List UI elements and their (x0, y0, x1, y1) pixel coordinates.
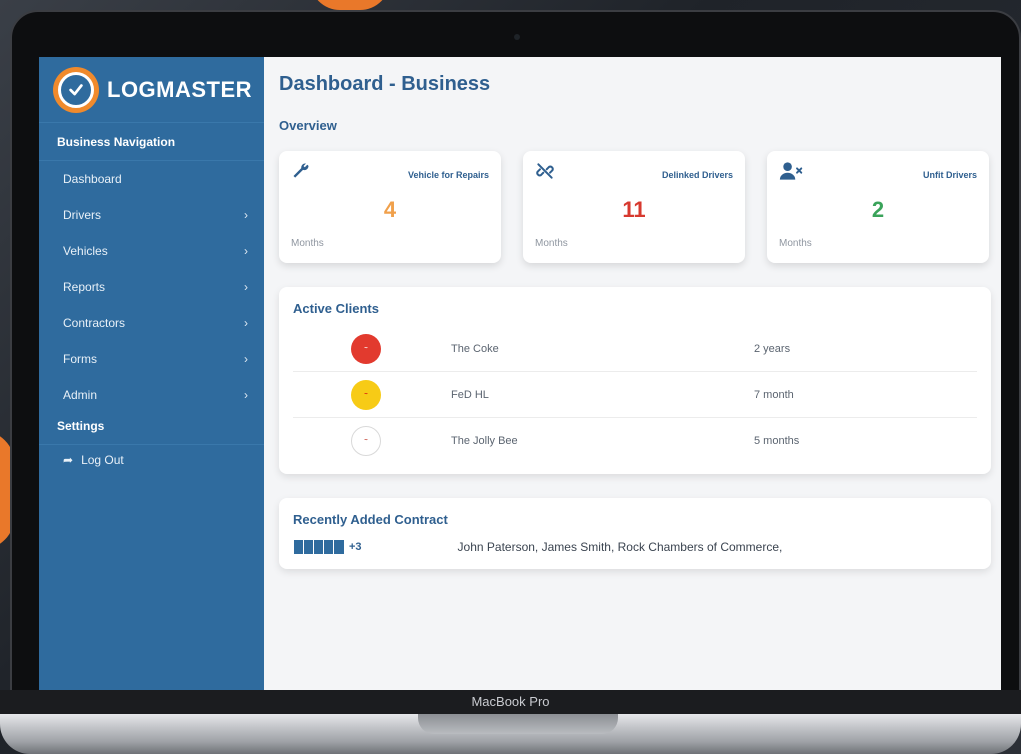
client-duration: 7 month (754, 388, 794, 401)
sidebar-item-label: Reports (63, 280, 106, 294)
logo[interactable]: LOGMASTER (39, 57, 264, 123)
sidebar: LOGMASTER Business Navigation Dashboard D… (39, 57, 264, 691)
card-footer: Months (779, 238, 812, 249)
sidebar-item-label: Admin (63, 388, 98, 402)
sidebar-item-label: Drivers (63, 208, 101, 222)
client-name: The Coke (451, 342, 499, 355)
sidebar-item-contractors[interactable]: Contractors › (39, 305, 264, 341)
sidebar-item-label: Contractors (63, 316, 126, 330)
camera-icon (514, 34, 520, 40)
card-label: Delinked Drivers (661, 170, 733, 180)
app-screen: LOGMASTER Business Navigation Dashboard D… (39, 57, 1001, 691)
avatar (333, 539, 345, 555)
nav-section-title: Business Navigation (39, 123, 264, 161)
unlink-icon (535, 161, 555, 187)
stat-cards: Vehicle for Repairs 4 Months Delinked Dr… (279, 151, 991, 263)
sidebar-item-admin[interactable]: Admin › (39, 377, 264, 413)
stat-card-vehicle-repairs[interactable]: Vehicle for Repairs 4 Months (279, 151, 501, 263)
sidebar-item-label: Vehicles (63, 244, 108, 258)
client-row[interactable]: ~ The Coke 2 years (293, 326, 977, 372)
avatar-group (293, 539, 345, 555)
sidebar-item-vehicles[interactable]: Vehicles › (39, 233, 264, 269)
laptop-notch (418, 714, 618, 734)
chevron-right-icon: › (244, 280, 248, 294)
chevron-right-icon: › (244, 352, 248, 366)
overview-heading: Overview (279, 118, 337, 133)
card-footer: Months (535, 238, 568, 249)
chevron-right-icon: › (244, 316, 248, 330)
logo-mark-icon (53, 66, 99, 113)
recent-contract-title: Recently Added Contract (293, 512, 448, 527)
active-clients-panel: Active Clients ~ The Coke 2 years ~ FeD … (279, 287, 991, 474)
client-name: The Jolly Bee (451, 435, 518, 447)
client-duration: 2 years (754, 342, 791, 355)
card-value: 2 (871, 197, 885, 222)
sidebar-item-forms[interactable]: Forms › (39, 341, 264, 377)
card-value: 11 (622, 197, 646, 222)
sidebar-item-drivers[interactable]: Drivers › (39, 197, 264, 233)
client-logo-icon: ~ (351, 333, 381, 364)
logout-icon: ➦ (63, 453, 74, 467)
background-accent (310, 0, 390, 10)
chevron-right-icon: › (244, 388, 248, 402)
recent-contract-panel: Recently Added Contract +3 John Paterson… (279, 498, 991, 569)
stat-card-delinked-drivers[interactable]: Delinked Drivers 11 Months (523, 151, 745, 263)
card-value: 4 (383, 197, 397, 222)
page-title: Dashboard - Business (279, 73, 491, 95)
laptop-model-label: MacBook Pro (471, 694, 550, 709)
contract-row[interactable]: +3 John Paterson, James Smith, Rock Cham… (293, 539, 977, 555)
stat-card-unfit-drivers[interactable]: Unfit Drivers 2 Months (767, 151, 989, 263)
nav-list: Dashboard Drivers › Vehicles › Reports › Contra… (39, 161, 264, 413)
main-content: Dashboard - Business Overview Vehicle fo… (264, 57, 1001, 691)
logout-button[interactable]: ➦ Log Out (39, 445, 264, 467)
chevron-right-icon: › (244, 208, 248, 222)
active-clients-title: Active Clients (293, 301, 379, 316)
card-label: Unfit Drivers (922, 170, 977, 180)
sidebar-item-reports[interactable]: Reports › (39, 269, 264, 305)
client-row[interactable]: ~ FeD HL 7 month (293, 372, 977, 418)
client-duration: 5 months (754, 435, 800, 447)
sidebar-item-label: Forms (63, 352, 97, 366)
sidebar-item-dashboard[interactable]: Dashboard (39, 161, 264, 197)
card-label: Vehicle for Repairs (407, 170, 489, 180)
client-logo-icon: ~ (351, 426, 381, 456)
settings-link[interactable]: Settings (39, 413, 264, 445)
client-name: FeD HL (451, 388, 489, 401)
logout-label: Log Out (81, 453, 124, 467)
user-x-icon (779, 161, 803, 187)
wrench-icon (291, 161, 311, 187)
client-logo-icon: ~ (351, 379, 381, 410)
contract-parties: John Paterson, James Smith, Rock Chamber… (457, 540, 783, 554)
logo-text: LOGMASTER (107, 76, 253, 102)
more-count-badge: +3 (349, 541, 362, 553)
client-row[interactable]: ~ The Jolly Bee 5 months (293, 418, 977, 464)
chevron-right-icon: › (244, 244, 248, 258)
card-footer: Months (291, 238, 324, 249)
sidebar-item-label: Dashboard (63, 172, 122, 186)
